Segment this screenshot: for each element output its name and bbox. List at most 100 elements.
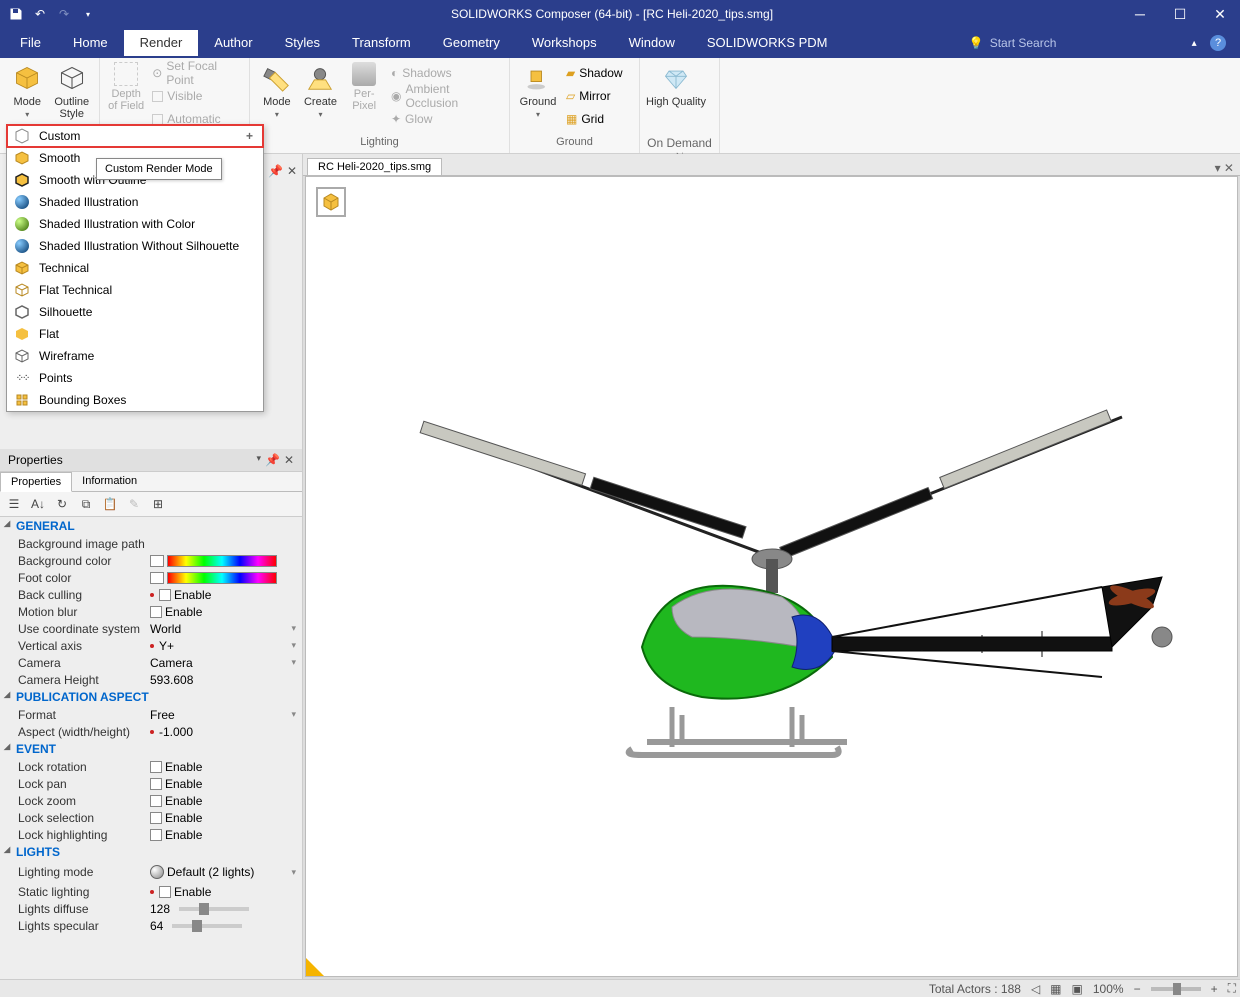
mode-item-shaded[interactable]: Shaded Illustration [7, 191, 263, 213]
search-box[interactable]: 💡 Start Search [969, 36, 1057, 50]
zoom-out-icon[interactable]: − [1134, 982, 1141, 996]
mode-item-wireframe[interactable]: Wireframe [7, 345, 263, 367]
tab-properties[interactable]: Properties [0, 472, 72, 492]
ground-mirror[interactable]: ▱Mirror [562, 85, 627, 107]
tab-solidworks-pdm[interactable]: SOLIDWORKS PDM [691, 30, 844, 56]
section-event[interactable]: Event [0, 740, 302, 758]
checkbox[interactable] [150, 812, 162, 824]
mode-item-bounding[interactable]: Bounding Boxes [7, 389, 263, 411]
checkbox[interactable] [159, 589, 171, 601]
prop-camera-height[interactable]: Camera Height593.608 [0, 671, 302, 688]
tab-file[interactable]: File [4, 30, 57, 56]
prop-lights-specular[interactable]: Lights specular64 [0, 917, 302, 934]
prop-foot-color[interactable]: Foot color [0, 569, 302, 586]
tab-workshops[interactable]: Workshops [516, 30, 613, 56]
view-cube-icon[interactable] [316, 187, 346, 217]
prop-lock-selection[interactable]: Lock selectionEnable [0, 809, 302, 826]
fullscreen-icon[interactable]: ⛶ [1228, 981, 1236, 996]
brush-icon[interactable]: ✎ [124, 495, 144, 513]
categorize-icon[interactable]: ☰ [4, 495, 24, 513]
mode-item-flat[interactable]: Flat [7, 323, 263, 345]
tab-window[interactable]: Window [613, 30, 691, 56]
copy-icon[interactable]: ⧉ [76, 495, 96, 513]
checkbox[interactable] [150, 606, 162, 618]
mode-item-flat-technical[interactable]: Flat Technical [7, 279, 263, 301]
mode-item-custom[interactable]: Custom + [7, 125, 263, 147]
close-button[interactable]: ✕ [1200, 0, 1240, 28]
prop-static-lighting[interactable]: Static lightingEnable [0, 883, 302, 900]
ground-button[interactable]: Ground ▾ [516, 60, 560, 132]
checkbox[interactable] [150, 761, 162, 773]
tab-geometry[interactable]: Geometry [427, 30, 516, 56]
mode-item-technical[interactable]: Technical [7, 257, 263, 279]
expand-icon[interactable]: ⊞ [148, 495, 168, 513]
swatch-icon[interactable] [150, 555, 164, 567]
property-grid[interactable]: General Background image path Background… [0, 517, 302, 979]
lighting-mode-button[interactable]: Mode ▾ [256, 60, 298, 132]
view-icon[interactable]: ▦ [1050, 982, 1061, 996]
prop-bg-color[interactable]: Background color [0, 552, 302, 569]
rainbow-picker[interactable] [167, 555, 277, 567]
high-quality-button[interactable]: High Quality [646, 60, 706, 132]
tab-styles[interactable]: Styles [269, 30, 336, 56]
save-icon[interactable] [6, 4, 26, 24]
chevron-down-icon[interactable]: ▾ [291, 867, 302, 878]
undo-icon[interactable]: ↶ [30, 4, 50, 24]
section-lights[interactable]: Lights [0, 843, 302, 861]
prop-motion-blur[interactable]: Motion blurEnable [0, 603, 302, 620]
document-tab[interactable]: RC Heli-2020_tips.smg [307, 158, 442, 175]
pin-icon[interactable]: 📌 [265, 453, 280, 467]
prev-icon[interactable]: ◁ [1031, 982, 1040, 996]
outline-style-button[interactable]: Outline Style [51, 60, 94, 132]
mode-item-shaded-color[interactable]: Shaded Illustration with Color [7, 213, 263, 235]
slider[interactable] [179, 907, 249, 911]
zoom-in-icon[interactable]: + [1211, 982, 1218, 996]
chevron-down-icon[interactable]: ▾ [291, 709, 302, 720]
prop-lock-zoom[interactable]: Lock zoomEnable [0, 792, 302, 809]
mode-button[interactable]: Mode ▾ [6, 60, 49, 132]
rainbow-picker[interactable] [167, 572, 277, 584]
redo-icon[interactable]: ↷ [54, 4, 74, 24]
prop-bg-image[interactable]: Background image path [0, 535, 302, 552]
prop-vertical-axis[interactable]: Vertical axisY+▾ [0, 637, 302, 654]
dropdown-icon[interactable]: ▾ ✕ [1209, 161, 1240, 175]
tab-home[interactable]: Home [57, 30, 124, 56]
mode-item-points[interactable]: ⁘⁘ Points [7, 367, 263, 389]
close-icon[interactable]: ✕ [287, 164, 297, 178]
prop-format[interactable]: FormatFree▾ [0, 706, 302, 723]
helicopter-model[interactable] [362, 347, 1182, 807]
tab-author[interactable]: Author [198, 30, 268, 56]
minimize-button[interactable]: ─ [1120, 0, 1160, 28]
ground-shadow[interactable]: ▰Shadow [562, 62, 627, 84]
chevron-down-icon[interactable]: ▾ [291, 657, 302, 668]
viewport-3d[interactable] [305, 176, 1238, 977]
tab-information[interactable]: Information [72, 472, 147, 491]
zoom-slider[interactable] [1151, 987, 1201, 991]
lighting-create-button[interactable]: Create ▾ [300, 60, 342, 132]
tab-transform[interactable]: Transform [336, 30, 427, 56]
help-icon[interactable]: ? [1210, 35, 1226, 51]
checkbox[interactable] [150, 795, 162, 807]
collapse-ribbon-icon[interactable]: ▴ [1192, 38, 1197, 49]
checkbox[interactable] [150, 778, 162, 790]
section-publication[interactable]: Publication Aspect [0, 688, 302, 706]
swatch-icon[interactable] [150, 572, 164, 584]
slider[interactable] [172, 924, 242, 928]
prop-lights-diffuse[interactable]: Lights diffuse128 [0, 900, 302, 917]
paste-icon[interactable]: 📋 [100, 495, 120, 513]
dropdown-icon[interactable]: ▾ [256, 453, 261, 467]
mode-item-silhouette[interactable]: Silhouette [7, 301, 263, 323]
prop-camera[interactable]: CameraCamera▾ [0, 654, 302, 671]
checkbox[interactable] [150, 829, 162, 841]
qat-dropdown-icon[interactable]: ▾ [78, 4, 98, 24]
section-general[interactable]: General [0, 517, 302, 535]
mode-item-shaded-nosil[interactable]: Shaded Illustration Without Silhouette [7, 235, 263, 257]
tab-render[interactable]: Render [124, 30, 199, 56]
prop-lock-highlight[interactable]: Lock highlightingEnable [0, 826, 302, 843]
prop-lighting-mode[interactable]: Lighting modeDefault (2 lights)▾ [0, 861, 302, 883]
prop-lock-rotation[interactable]: Lock rotationEnable [0, 758, 302, 775]
close-icon[interactable]: ✕ [284, 453, 294, 467]
prop-lock-pan[interactable]: Lock panEnable [0, 775, 302, 792]
maximize-button[interactable]: ☐ [1160, 0, 1200, 28]
prop-coord-system[interactable]: Use coordinate systemWorld▾ [0, 620, 302, 637]
